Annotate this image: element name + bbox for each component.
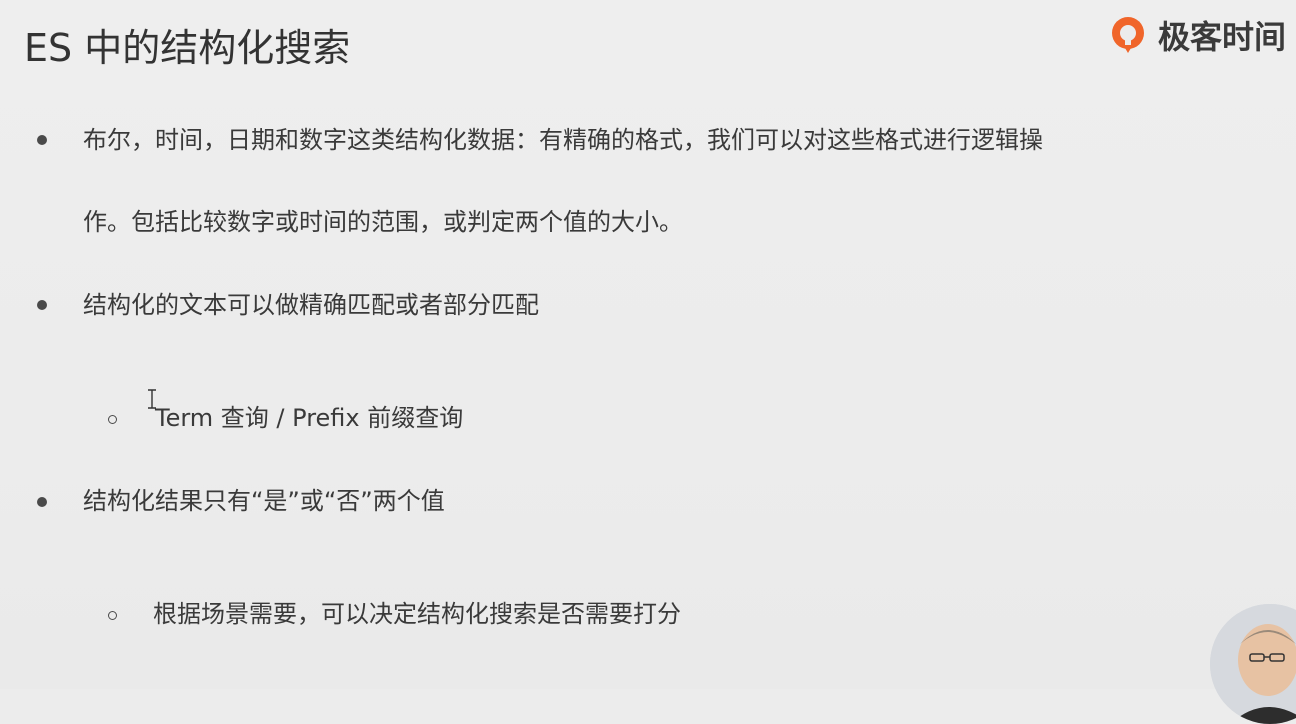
- sub-bullet-circle: [108, 415, 117, 424]
- geektime-logo: 极客时间: [1108, 8, 1286, 62]
- bullet-dot: [37, 135, 47, 145]
- bullet-2-sub-text: Term 查询 / Prefix 前缀查询: [155, 404, 464, 432]
- bullet-1-line-1: 布尔，时间，日期和数字这类结构化数据：有精确的格式，我们可以对这些格式进行逻辑操: [83, 126, 1043, 154]
- page-title: ES 中的结构化搜索: [24, 26, 351, 70]
- geektime-logo-icon: [1108, 15, 1148, 55]
- bullet-1-line-2: 作。包括比较数字或时间的范围，或判定两个值的大小。: [83, 208, 683, 236]
- bullet-dot: [37, 300, 47, 310]
- sub-bullet-circle: [108, 611, 117, 620]
- bullet-3-text: 结构化结果只有“是”或“否”两个值: [83, 487, 445, 515]
- bullet-2-text: 结构化的文本可以做精确匹配或者部分匹配: [83, 291, 539, 319]
- presenter-video-thumbnail: [1210, 604, 1296, 724]
- bullet-3-sub-text: 根据场景需要，可以决定结构化搜索是否需要打分: [153, 600, 681, 628]
- text-cursor-icon: [146, 388, 158, 410]
- logo-text: 极客时间: [1158, 18, 1287, 56]
- bullet-dot: [37, 497, 47, 507]
- slide: ES 中的结构化搜索 极客时间 布尔，时间，日期和数字这类结构化数据：有精确的格…: [0, 0, 1296, 724]
